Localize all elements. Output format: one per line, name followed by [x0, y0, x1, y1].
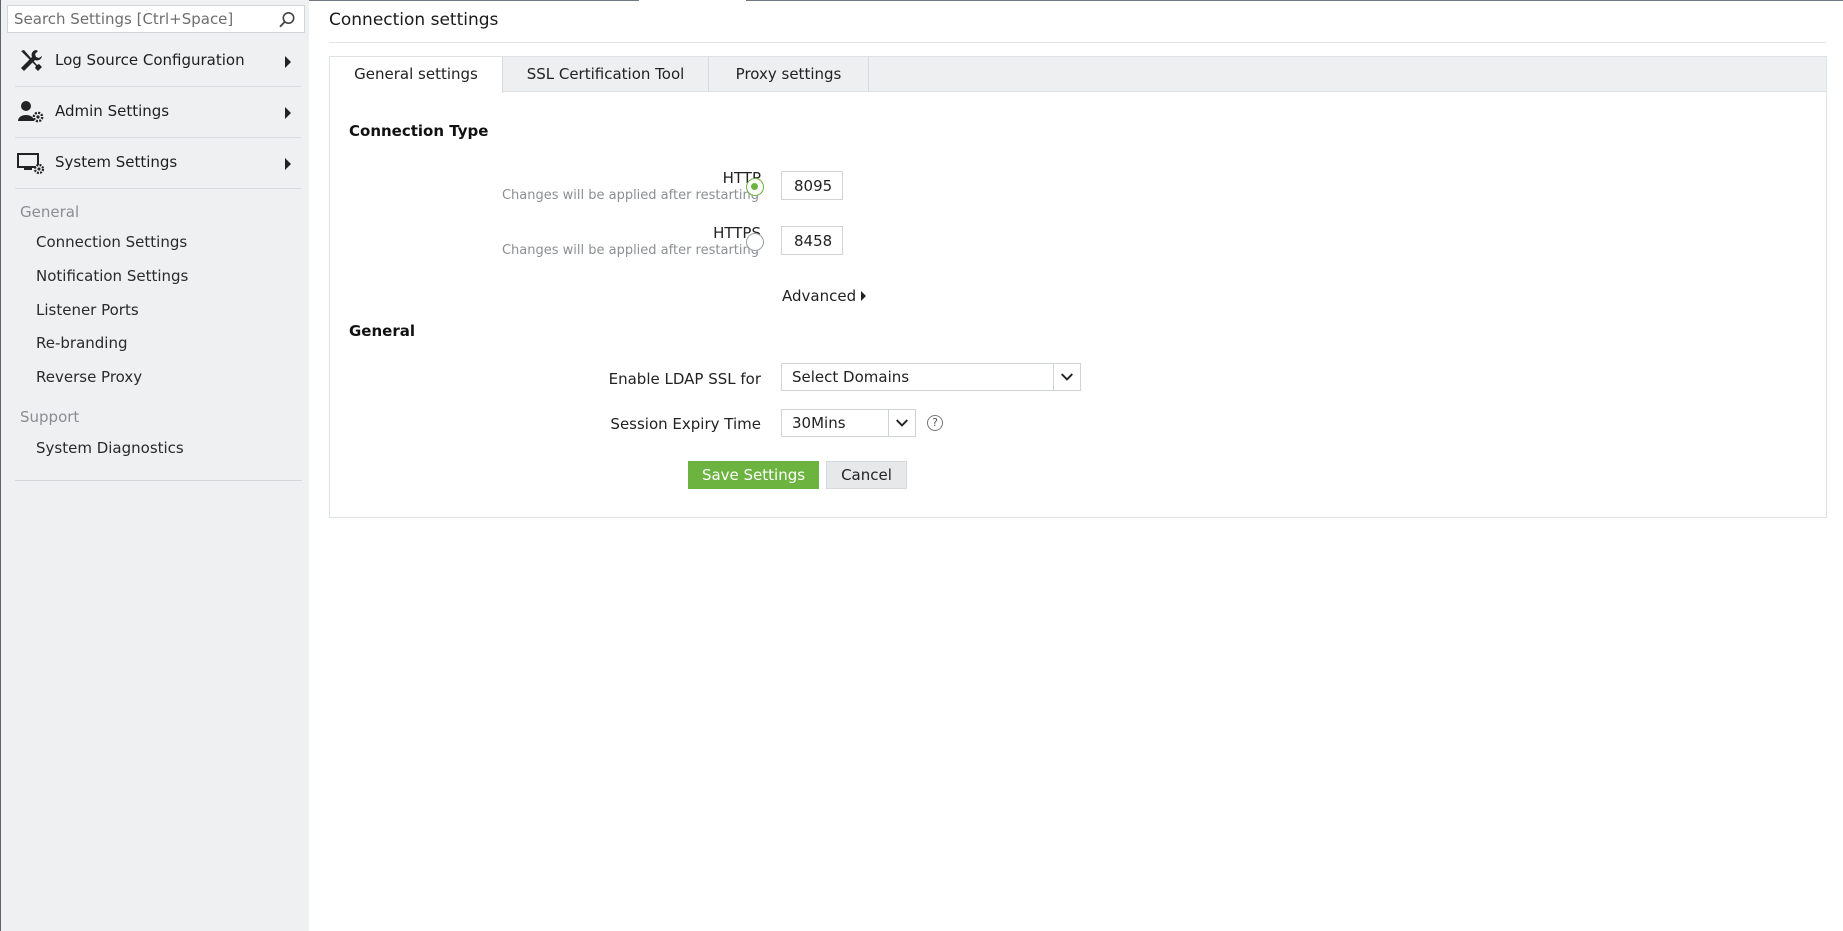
sidebar-item-reverse-proxy[interactable]: Reverse Proxy — [36, 368, 142, 386]
user-gear-icon — [18, 101, 44, 123]
search-icon[interactable] — [278, 11, 296, 29]
search-box — [7, 5, 305, 33]
caret-right-icon — [285, 158, 291, 170]
ldap-label-wrap: Enable LDAP SSL for — [430, 370, 761, 390]
top-border — [746, 0, 1843, 1]
chevron-down-icon[interactable] — [888, 410, 915, 436]
menu-group-label: Admin Settings — [55, 102, 170, 120]
chevron-down-icon[interactable] — [1053, 364, 1080, 390]
page-title: Connection settings — [329, 10, 499, 30]
sidebar-item-notification-settings[interactable]: Notification Settings — [36, 267, 188, 285]
session-expiry-value: 30Mins — [792, 414, 846, 432]
sidebar-divider — [15, 480, 302, 481]
menu-group-label: Log Source Configuration — [55, 51, 245, 69]
section-title-general: General — [20, 203, 80, 221]
session-expiry-label: Session Expiry Time — [610, 415, 761, 433]
ldap-domains-value: Select Domains — [792, 368, 910, 386]
menu-group-label: System Settings — [55, 153, 178, 171]
tab-general-settings[interactable]: General settings — [330, 57, 503, 93]
ldap-domains-select[interactable]: Select Domains — [781, 363, 1081, 391]
http-radio[interactable] — [746, 178, 764, 196]
sidebar-item-system-diagnostics[interactable]: System Diagnostics — [36, 439, 184, 457]
save-button[interactable]: Save Settings — [688, 461, 819, 489]
tools-icon — [21, 50, 42, 71]
general-heading: General — [349, 322, 415, 340]
cancel-button[interactable]: Cancel — [826, 461, 907, 489]
caret-right-icon — [285, 56, 291, 68]
tab-ssl-certification-tool[interactable]: SSL Certification Tool — [503, 57, 709, 92]
http-label-wrap: HTTP — [430, 169, 761, 189]
session-label-wrap: Session Expiry Time — [430, 415, 761, 435]
top-border — [309, 0, 639, 1]
sidebar-item-listener-ports[interactable]: Listener Ports — [36, 301, 139, 319]
https-label-wrap: HTTPS — [430, 224, 761, 244]
sidebar-item-connection-settings[interactable]: Connection Settings — [36, 233, 187, 251]
help-icon[interactable]: ? — [927, 415, 943, 431]
monitor-gear-icon — [17, 153, 45, 175]
https-hint: Changes will be applied after restarting — [501, 243, 759, 258]
advanced-toggle[interactable]: Advanced — [782, 287, 856, 305]
session-expiry-select[interactable]: 30Mins — [781, 409, 916, 437]
connection-type-heading: Connection Type — [349, 122, 489, 140]
settings-panel: General settings SSL Certification Tool … — [329, 56, 1827, 518]
caret-right-icon — [285, 107, 291, 119]
caret-right-icon — [861, 291, 866, 301]
title-divider — [329, 42, 1826, 43]
https-radio[interactable] — [746, 233, 764, 251]
settings-sidebar: Log Source Configuration Admin Settings … — [0, 0, 309, 931]
https-port-input[interactable] — [781, 226, 843, 255]
menu-group-log-source-configuration[interactable]: Log Source Configuration — [15, 37, 301, 87]
menu-group-system-settings[interactable]: System Settings — [15, 139, 301, 189]
http-hint: Changes will be applied after restarting — [501, 188, 759, 203]
section-title-support: Support — [20, 408, 80, 426]
menu-group-admin-settings[interactable]: Admin Settings — [15, 88, 301, 138]
tab-bar: General settings SSL Certification Tool … — [330, 57, 1826, 93]
search-input[interactable] — [8, 6, 270, 32]
http-port-input[interactable] — [781, 171, 843, 200]
sidebar-item-re-branding[interactable]: Re-branding — [36, 334, 128, 352]
tab-proxy-settings[interactable]: Proxy settings — [709, 57, 869, 92]
ldap-ssl-label: Enable LDAP SSL for — [608, 370, 761, 388]
